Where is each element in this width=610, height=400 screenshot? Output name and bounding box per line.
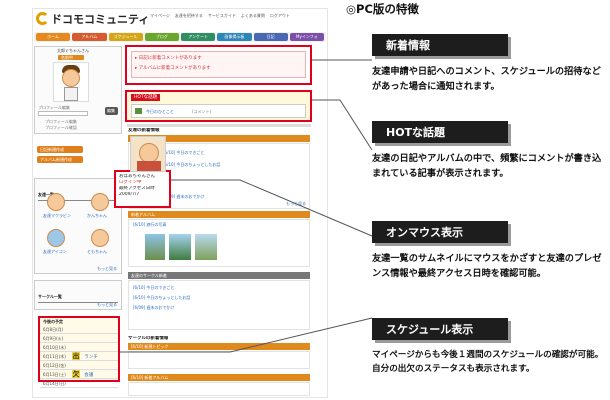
callout-text-hover: 友達一覧のサムネイルにマウスをかざすと友達のプレゼンス情報や最終アクセス日時を確…: [372, 253, 602, 279]
connector-hot: [312, 99, 373, 151]
callout-title-hover: オンマウス表示: [372, 221, 508, 243]
connector-schedule: [120, 317, 373, 353]
callout-title-new-info: 新着情報: [372, 34, 508, 56]
connector-hover: [171, 179, 373, 237]
callout-hover: オンマウス表示 友達一覧のサムネイルにマウスをかざすと友達のプレゼンス情報や最終…: [372, 221, 608, 281]
callout-title-hot: HOTな話題: [372, 121, 508, 143]
callout-title-schedule: スケジュール表示: [372, 318, 508, 340]
callout-text-new-info: 友達申請や日記へのコメント、スケジュールの招待などがあった場合に通知されます。: [372, 66, 601, 92]
callout-text-hot: 友達の日記やアルバムの中で、頻繁にコメントが書き込まれている記事が表示されます。: [372, 153, 602, 179]
callout-new-info: 新着情報 友達申請や日記へのコメント、スケジュールの招待などがあった場合に通知さ…: [372, 34, 608, 94]
callout-hot: HOTな話題 友達の日記やアルバムの中で、頻繁にコメントが書き込まれている記事が…: [372, 121, 608, 181]
callout-schedule: スケジュール表示 マイページからも今後１週間のスケジュールの確認が可能。自分の出…: [372, 318, 608, 376]
callout-text-schedule: マイページからも今後１週間のスケジュールの確認が可能。自分の出欠のステータスも表…: [372, 350, 604, 374]
